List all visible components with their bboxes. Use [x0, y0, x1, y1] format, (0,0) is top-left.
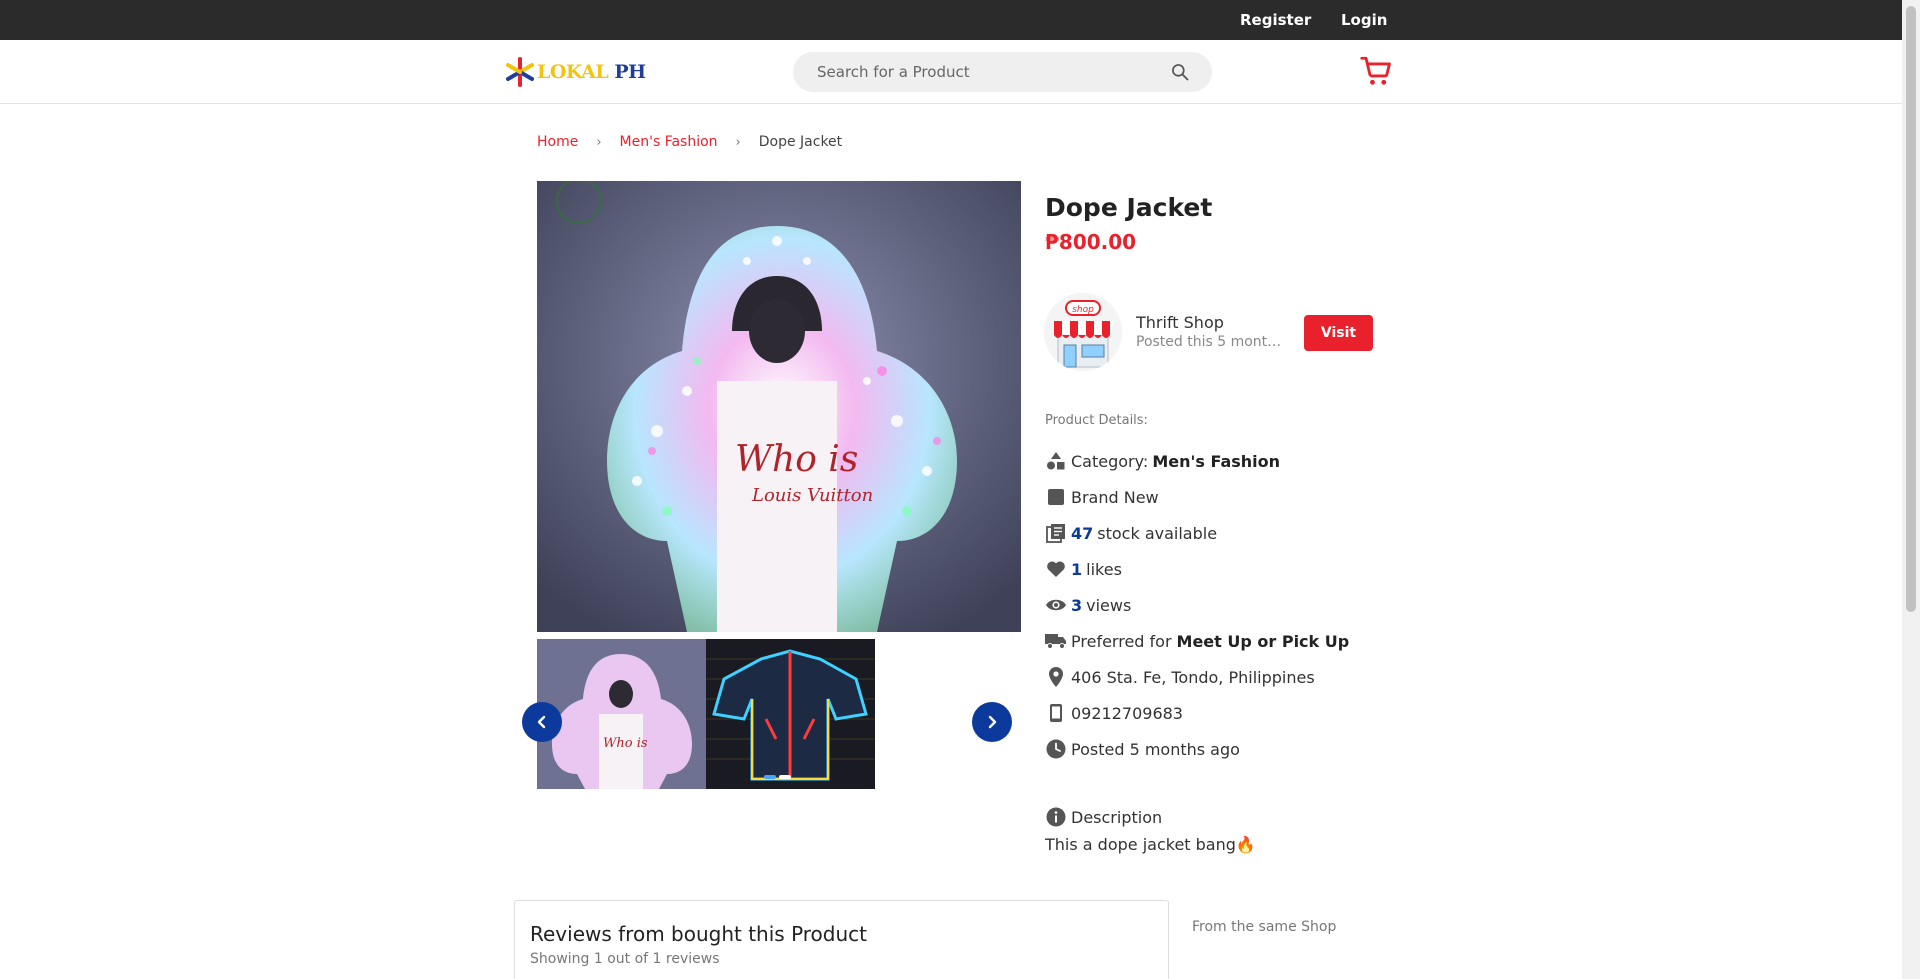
- slide-indicator: [764, 775, 791, 779]
- detail-address: 406 Sta. Fe, Tondo, Philippines: [1045, 665, 1315, 689]
- svg-text:Who is: Who is: [603, 736, 648, 751]
- login-link[interactable]: Login: [1341, 11, 1387, 29]
- page-scrollbar[interactable]: [1902, 0, 1920, 979]
- product-price: ₱800.00: [1045, 230, 1137, 254]
- breadcrumb-home[interactable]: Home: [537, 134, 578, 150]
- visit-shop-button[interactable]: Visit: [1304, 315, 1373, 351]
- same-shop-label: From the same Shop: [1192, 919, 1337, 935]
- logo-word-lokal: LOKAL: [537, 61, 609, 83]
- phone-icon: [1045, 702, 1067, 724]
- detail-category: Category: Men's Fashion: [1045, 449, 1280, 473]
- reviews-title: Reviews from bought this Product: [530, 922, 868, 946]
- slide-dot-1[interactable]: [764, 775, 776, 779]
- breadcrumb: Home › Men's Fashion › Dope Jacket: [537, 134, 842, 150]
- slide-dot-2[interactable]: [779, 775, 791, 779]
- shop-sign-text: shop: [1072, 305, 1094, 315]
- breadcrumb-current: Dope Jacket: [758, 134, 843, 150]
- shop-avatar[interactable]: shop: [1044, 293, 1122, 371]
- delivery-prefix: Preferred for: [1071, 631, 1172, 651]
- logo[interactable]: LOKAL PH: [505, 56, 646, 88]
- reviews-summary: Showing 1 out of 1 reviews: [530, 951, 720, 967]
- product-title: Dope Jacket: [1045, 193, 1213, 222]
- detail-condition: Brand New: [1045, 485, 1159, 509]
- views-count: 3: [1071, 595, 1083, 615]
- shop-name[interactable]: Thrift Shop: [1136, 313, 1224, 332]
- svg-text:Who is: Who is: [735, 439, 858, 480]
- inventory-icon: [1045, 522, 1067, 544]
- detail-likes: 1 likes: [1045, 557, 1122, 581]
- category-value: Men's Fashion: [1152, 451, 1281, 471]
- next-image-button[interactable]: [972, 702, 1012, 742]
- logo-star-icon: [506, 57, 534, 87]
- description-text: This a dope jacket bang🔥: [1045, 835, 1256, 854]
- logo-text: LOKAL PH: [537, 61, 646, 83]
- thumbnail-1[interactable]: Who is: [537, 639, 706, 789]
- logo-word-ph: PH: [614, 61, 646, 83]
- chevron-right-icon: ›: [735, 134, 741, 150]
- thumbnail-2[interactable]: [706, 639, 875, 789]
- search-icon[interactable]: [1170, 62, 1190, 82]
- chevron-right-icon: [988, 715, 997, 729]
- phone-value[interactable]: 09212709683: [1071, 704, 1183, 723]
- likes-label: likes: [1086, 559, 1122, 579]
- detail-delivery: Preferred for Meet Up or Pick Up: [1045, 629, 1349, 653]
- detail-posted: Posted 5 months ago: [1045, 737, 1240, 761]
- posted-value: Posted 5 months ago: [1071, 739, 1240, 759]
- location-pin-icon: [1045, 666, 1067, 688]
- previous-image-button[interactable]: [522, 702, 562, 742]
- views-label: views: [1086, 595, 1132, 615]
- scrollbar-thumb[interactable]: [1906, 6, 1916, 612]
- breadcrumb-category[interactable]: Men's Fashion: [620, 134, 718, 150]
- search-bar: [793, 52, 1212, 92]
- likes-count: 1: [1071, 559, 1083, 579]
- condition-value: Brand New: [1071, 487, 1159, 507]
- stock-label: stock available: [1097, 523, 1218, 543]
- main-product-image[interactable]: Who is Louis Vuitton: [537, 181, 1021, 632]
- product-details-label: Product Details:: [1045, 413, 1148, 428]
- description-heading-text: Description: [1071, 807, 1163, 827]
- stock-count: 47: [1071, 523, 1094, 543]
- shapes-icon: [1045, 450, 1067, 472]
- address-value: 406 Sta. Fe, Tondo, Philippines: [1071, 667, 1315, 687]
- register-link[interactable]: Register: [1240, 11, 1311, 29]
- detail-phone: 09212709683: [1045, 701, 1183, 725]
- detail-stock: 47 stock available: [1045, 521, 1217, 545]
- top-bar: Register Login: [0, 0, 1902, 40]
- reviews-panel: Reviews from bought this Product Showing…: [514, 900, 1169, 979]
- detail-views: 3 views: [1045, 593, 1131, 617]
- cart-icon[interactable]: [1359, 54, 1393, 88]
- info-icon: [1045, 806, 1067, 828]
- heart-icon: [1045, 558, 1067, 580]
- svg-text:Louis Vuitton: Louis Vuitton: [751, 485, 873, 506]
- shop-posted-time: Posted this 5 months ago: [1136, 334, 1284, 350]
- square-icon: [1045, 486, 1067, 508]
- chevron-right-icon: ›: [596, 134, 602, 150]
- eye-icon: [1045, 594, 1067, 616]
- clock-icon: [1045, 738, 1067, 760]
- delivery-value: Meet Up or Pick Up: [1176, 631, 1350, 651]
- chevron-left-icon: [537, 715, 546, 729]
- truck-icon: [1045, 630, 1067, 652]
- description-heading: Description: [1045, 806, 1162, 828]
- search-input[interactable]: [793, 52, 1153, 92]
- category-prefix: Category:: [1071, 451, 1149, 471]
